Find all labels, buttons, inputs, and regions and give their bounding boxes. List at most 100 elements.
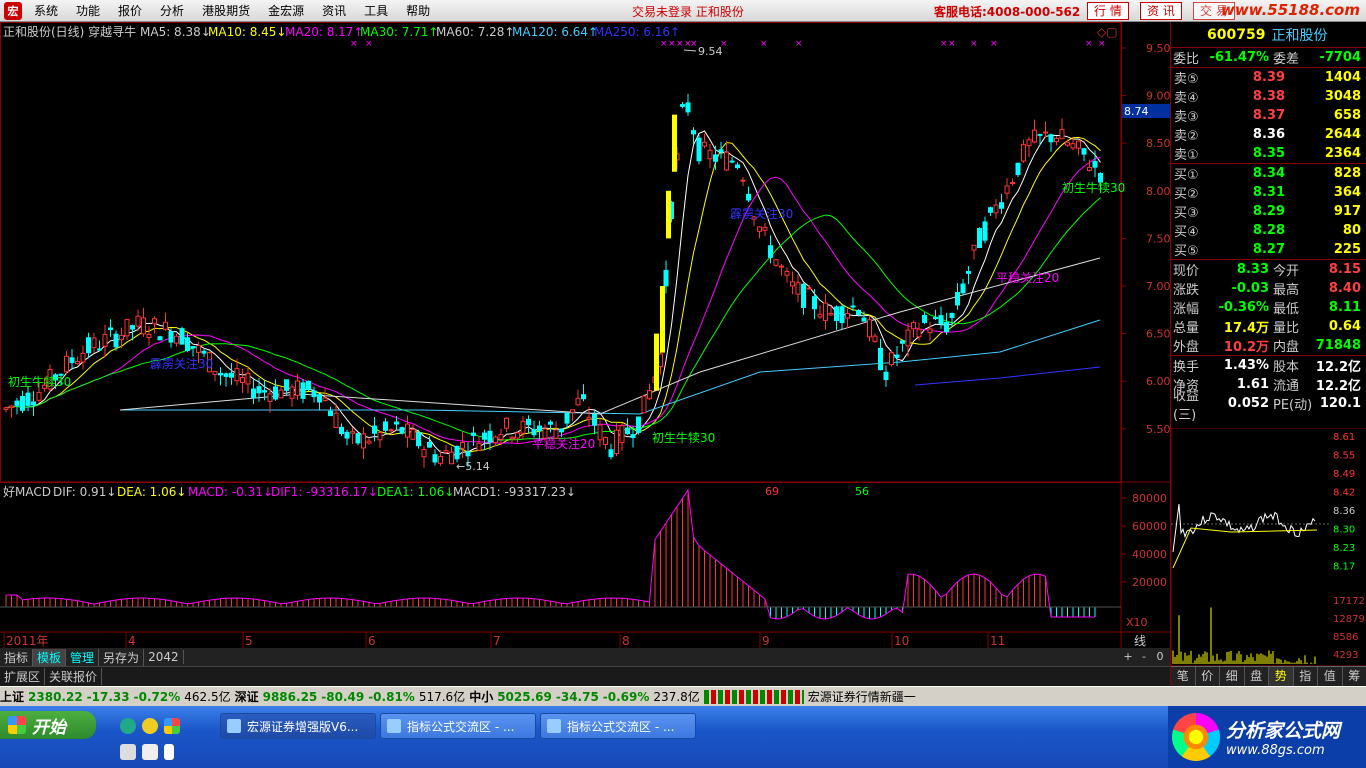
candle-body <box>581 394 586 400</box>
news-button[interactable]: 资 讯 <box>1140 2 1182 20</box>
ask-price: 8.39 <box>1252 70 1285 85</box>
candle-body <box>977 228 982 248</box>
tab-save-as[interactable]: 另存为 <box>99 648 145 666</box>
bid-row[interactable]: 买② 8.31 364 <box>1171 183 1366 202</box>
candle-body <box>289 386 295 399</box>
menu-hk-futures[interactable]: 港股期货 <box>194 2 260 19</box>
candle-body <box>1065 141 1070 146</box>
tab-extension[interactable]: 扩展区 <box>0 668 46 685</box>
candle-body <box>223 373 229 377</box>
ask-row[interactable]: 卖⑤ 8.39 1404 <box>1171 68 1366 87</box>
expand-icon[interactable]: ◇▢ <box>1097 25 1118 39</box>
menu-quote[interactable]: 报价 <box>110 2 152 19</box>
menu-jinhongyuan[interactable]: 金宏源 <box>260 2 314 19</box>
panel-tab[interactable]: 指 <box>1294 667 1318 686</box>
menu-help[interactable]: 帮助 <box>398 2 440 19</box>
task-forum-1[interactable]: 指标公式交流区 - ... <box>380 713 536 739</box>
bid-row[interactable]: 买⑤ 8.27 225 <box>1171 240 1366 259</box>
menu-system[interactable]: 系统 <box>26 2 68 19</box>
menu-function[interactable]: 功能 <box>68 2 110 19</box>
keyboard-icon[interactable] <box>120 744 136 760</box>
stock-header: 600759 正和股份 <box>1171 22 1366 48</box>
signal-markers: × × × × × ×× × × × × × × × × × <box>350 39 1106 49</box>
stat-value: 120.1 <box>1319 396 1361 411</box>
ask-price: 8.36 <box>1252 127 1285 142</box>
candle-body <box>625 427 630 435</box>
zoom-controls: + - 0 <box>1120 650 1168 664</box>
help-icon[interactable] <box>142 744 158 760</box>
candle-body <box>801 283 806 308</box>
candle-body <box>526 419 531 426</box>
line-mode-label[interactable]: 线 <box>1134 634 1146 648</box>
candle-body <box>1004 185 1010 194</box>
chart-area[interactable]: 正和股份(日线) 穿越寻牛 MA5: 8.38↓ MA10: 8.45↓ MA2… <box>0 22 1170 648</box>
candle-body <box>1076 140 1081 149</box>
candle-body <box>718 149 724 153</box>
tick-axis-label: 4293 <box>1333 650 1358 661</box>
bid-price: 8.29 <box>1252 204 1285 219</box>
candle-body <box>724 151 729 171</box>
tab-2042[interactable]: 2042 <box>144 650 184 664</box>
ask-price: 8.38 <box>1252 89 1285 104</box>
intraday-chart[interactable]: 8.61 8.55 8.49 8.42 8.36 8.30 8.23 8.17 17172 128… <box>1171 428 1366 666</box>
ask-row[interactable]: 卖③ 8.37 658 <box>1171 106 1366 125</box>
panel-tab[interactable]: 价 <box>1196 667 1220 686</box>
start-button[interactable]: 开始 <box>0 711 96 739</box>
zx-index-name: 中小 <box>469 690 494 704</box>
panel-tab[interactable]: 势 <box>1269 667 1294 686</box>
stat-row: 现价 8.33 今开 8.15 <box>1171 260 1366 279</box>
candle-body <box>262 390 267 393</box>
bid-book: 买① 8.34 828 买② 8.31 364 买③ 8.29 917 买④ 8.28 80 买⑤ 8.2… <box>1171 164 1366 259</box>
ma-line <box>5 156 1101 445</box>
tab-indicator[interactable]: 指标 <box>0 648 34 666</box>
menu-tools[interactable]: 工具 <box>356 2 398 19</box>
candle-body <box>1043 131 1048 134</box>
ask-row[interactable]: 卖② 8.36 2644 <box>1171 125 1366 144</box>
panel-tab[interactable]: 细 <box>1220 667 1245 686</box>
windows-icon[interactable] <box>164 718 180 734</box>
zoom-out-button[interactable]: - <box>1136 650 1152 664</box>
tab-manage[interactable]: 管理 <box>66 648 100 666</box>
candle-body <box>311 390 317 398</box>
add-icon[interactable] <box>142 718 158 734</box>
more-icon[interactable] <box>164 744 174 760</box>
bid-row[interactable]: 买③ 8.29 917 <box>1171 202 1366 221</box>
zx-index-change: -34.75 <box>555 689 599 704</box>
brand-url: www.88gs.com <box>1226 743 1325 758</box>
signal-thunder-2: 霹雳关注30 <box>730 206 793 221</box>
bid-label: 买④ <box>1174 225 1199 240</box>
candle-body <box>537 425 542 431</box>
tab-related-quote[interactable]: 关联报价 <box>45 668 103 685</box>
panel-tab[interactable]: 盘 <box>1245 667 1269 686</box>
candle-body <box>405 423 410 438</box>
panel-tab[interactable]: 笔 <box>1171 667 1196 686</box>
candle-body <box>124 318 130 337</box>
ask-price: 8.35 <box>1252 146 1285 161</box>
zoom-reset-button[interactable]: 0 <box>1152 650 1168 664</box>
quote-button[interactable]: 行 情 <box>1087 2 1129 20</box>
candle-body <box>498 434 504 440</box>
signal-marker: × <box>676 39 684 49</box>
signal-marker: × <box>365 39 373 49</box>
ask-row[interactable]: 卖④ 8.38 3048 <box>1171 87 1366 106</box>
bid-row[interactable]: 买① 8.34 828 <box>1171 164 1366 183</box>
panel-tab[interactable]: 筹 <box>1343 667 1366 686</box>
ask-row[interactable]: 卖① 8.35 2364 <box>1171 144 1366 163</box>
kline-chart[interactable]: 正和股份(日线) 穿越寻牛 MA5: 8.38↓ MA10: 8.45↓ MA2… <box>0 22 1170 648</box>
bid-row[interactable]: 买④ 8.28 80 <box>1171 221 1366 240</box>
candle-body <box>1021 144 1026 162</box>
zoom-in-button[interactable]: + <box>1120 650 1136 664</box>
tab-template[interactable]: 模板 <box>33 648 67 666</box>
candle-body <box>680 104 685 107</box>
panel-tab[interactable]: 值 <box>1318 667 1343 686</box>
candle-body <box>443 450 449 453</box>
menu-news[interactable]: 资讯 <box>314 2 356 19</box>
menu-analysis[interactable]: 分析 <box>152 2 194 19</box>
candle-body <box>630 434 636 439</box>
ma5-label: MA5: 8.38↓ <box>140 25 211 39</box>
sz-index-amount: 517.6亿 <box>418 690 466 704</box>
ie-icon[interactable] <box>120 718 136 734</box>
task-forum-2[interactable]: 指标公式交流区 - ... <box>540 713 696 739</box>
task-hongyuan[interactable]: 宏源证券增强版V6... <box>220 713 376 739</box>
brand-watermark: 分析家公式网 www.88gs.com <box>1168 706 1366 768</box>
